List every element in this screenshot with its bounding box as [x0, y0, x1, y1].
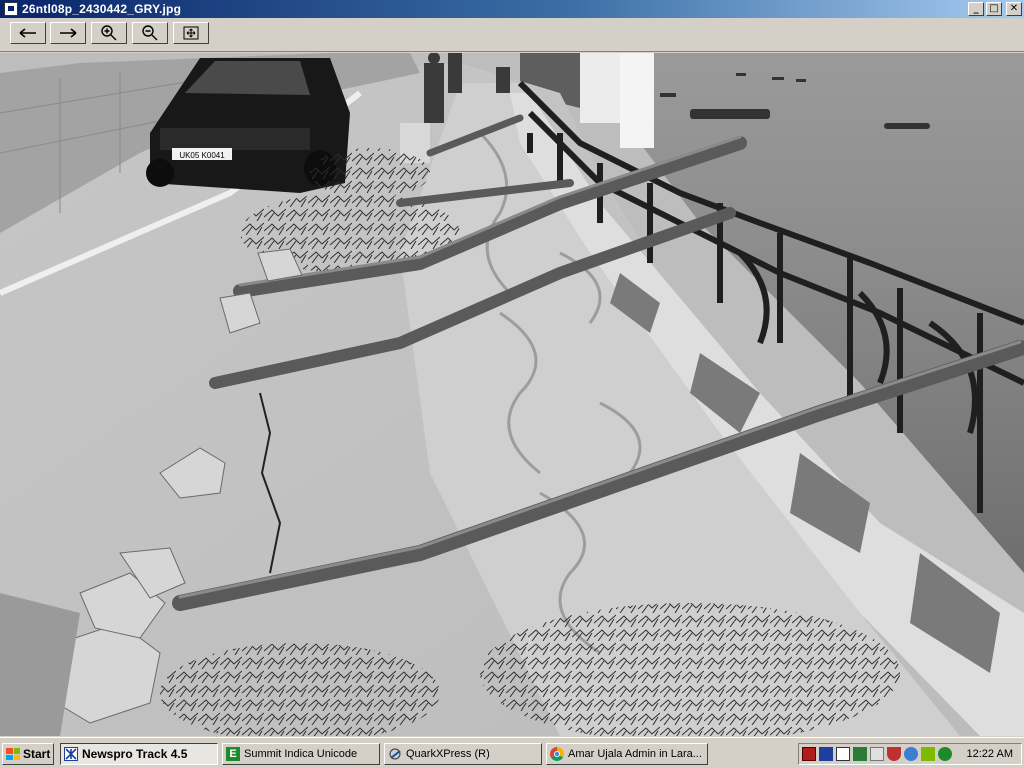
shield-icon[interactable]	[887, 747, 901, 761]
zoom-out-icon	[142, 25, 158, 41]
viewer-toolbar	[0, 18, 1024, 52]
task-newspro[interactable]: Newspro Track 4.5	[60, 743, 218, 765]
keyboard-layout-icon[interactable]	[836, 747, 850, 761]
task-label: QuarkXPress (R)	[406, 748, 490, 760]
connection-icon[interactable]	[853, 747, 867, 761]
minimize-button[interactable]: _	[968, 2, 984, 16]
railing-pillar	[580, 53, 626, 123]
back-button[interactable]	[10, 22, 46, 44]
volume-icon[interactable]	[921, 747, 935, 761]
window-controls: _ □ ✕	[968, 2, 1022, 16]
chrome-icon	[550, 747, 564, 761]
quark-icon	[388, 747, 402, 761]
windows-taskbar: Start Newspro Track 4.5 E Summit Indica …	[0, 737, 1024, 768]
fit-to-window-button[interactable]	[173, 22, 209, 44]
close-button[interactable]: ✕	[1006, 2, 1022, 16]
task-summit-indica[interactable]: E Summit Indica Unicode	[222, 743, 380, 765]
task-chrome-amar-ujala[interactable]: Amar Ujala Admin in Lara...	[546, 743, 708, 765]
task-label: Summit Indica Unicode	[244, 748, 358, 760]
license-plate: UK05 K0041	[179, 151, 225, 160]
tray-app-icon[interactable]	[802, 747, 816, 761]
photo-fallen-trees-lakeside-road: UK05 K0041	[0, 53, 1024, 736]
antivirus-icon[interactable]	[870, 747, 884, 761]
maximize-button[interactable]: □	[986, 2, 1002, 16]
task-quarkxpress[interactable]: QuarkXPress (R)	[384, 743, 542, 765]
start-button[interactable]: Start	[2, 743, 54, 765]
system-tray: 12:22 AM	[798, 743, 1022, 765]
arrow-right-icon	[60, 28, 77, 38]
image-viewer-icon	[4, 2, 18, 16]
zoom-in-button[interactable]	[91, 22, 127, 44]
zoom-out-button[interactable]	[132, 22, 168, 44]
start-label: Start	[23, 747, 51, 761]
task-label: Amar Ujala Admin in Lara...	[568, 748, 702, 760]
sync-icon[interactable]	[938, 747, 952, 761]
task-label: Newspro Track 4.5	[82, 747, 188, 761]
window-title-bar[interactable]: 26ntl08p_2430442_GRY.jpg _ □ ✕	[0, 0, 1024, 18]
arrow-left-icon	[19, 28, 36, 38]
windows-logo-icon	[6, 748, 20, 760]
window-title: 26ntl08p_2430442_GRY.jpg	[22, 2, 182, 16]
update-icon[interactable]	[904, 747, 918, 761]
taskbar-clock[interactable]: 12:22 AM	[967, 748, 1013, 760]
image-viewport[interactable]: UK05 K0041	[0, 53, 1024, 736]
indica-icon: E	[226, 747, 240, 761]
network-icon[interactable]	[819, 747, 833, 761]
zoom-in-icon	[101, 25, 117, 41]
fit-window-icon	[183, 26, 199, 40]
newspro-icon	[64, 747, 78, 761]
forward-button[interactable]	[50, 22, 86, 44]
